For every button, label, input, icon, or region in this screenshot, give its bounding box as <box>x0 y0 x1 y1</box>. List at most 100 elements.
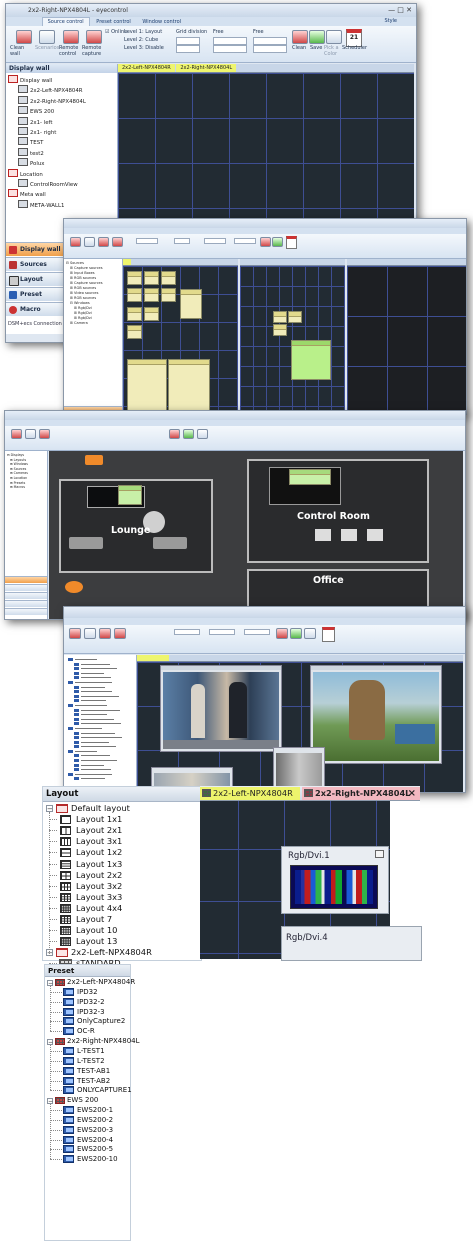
layout-item[interactable]: Layout 2x1 <box>76 825 122 836</box>
scenarios-button-3[interactable] <box>25 429 36 439</box>
tv-window-news[interactable] <box>160 665 282 752</box>
wall-tab-right[interactable]: 2x2-Right-NPX4804L <box>176 64 237 72</box>
tree-item[interactable]: META-WALL1 <box>8 199 117 210</box>
save-button-2[interactable] <box>272 237 283 247</box>
collapse-toggle-icon[interactable]: − <box>47 979 53 986</box>
remote-control-button[interactable] <box>63 30 79 44</box>
free-field-4a[interactable] <box>209 629 235 635</box>
nav-preset-3[interactable] <box>5 600 47 607</box>
grid-division-field-1[interactable] <box>176 37 200 45</box>
save-button[interactable] <box>309 30 325 44</box>
layout-item[interactable]: Layout 1x1 <box>76 814 122 825</box>
free-field-2a[interactable] <box>204 238 226 244</box>
source-window[interactable] <box>127 307 142 321</box>
remote-control-button-3[interactable] <box>39 429 50 439</box>
layout-item[interactable]: Layout 3x1 <box>76 836 122 847</box>
video-window-blu-ray[interactable] <box>310 665 442 764</box>
rgb-dvi-4-window[interactable]: Rgb/Dvi.4 <box>281 926 422 961</box>
tree-item[interactable]: 2x1- right <box>8 127 117 137</box>
source-window[interactable] <box>127 271 142 285</box>
level2-cube[interactable]: Level 2: Cube <box>124 37 158 43</box>
rgb-dvi-1-window[interactable]: Rgb/Dvi.1 <box>281 846 389 914</box>
free-field-1[interactable] <box>213 37 247 45</box>
nav-macro-3[interactable] <box>5 608 47 615</box>
layout-item[interactable]: Layout 1x3 <box>76 859 122 870</box>
free-field-4b[interactable] <box>244 629 270 635</box>
free-field-2b[interactable] <box>234 238 256 244</box>
tree-item[interactable]: 2x1- left <box>8 116 117 127</box>
tree-item[interactable]: 2x2-Left-NPX4804R <box>8 85 117 95</box>
clean-wall-button-3[interactable] <box>11 429 22 439</box>
tree-item[interactable]: Location <box>8 168 117 179</box>
source-window[interactable] <box>127 359 167 413</box>
tree-item[interactable]: ⊞ Camera <box>66 321 120 326</box>
tree-item[interactable]: ControlRoomView <box>8 179 117 189</box>
clean-wall-button-4[interactable] <box>69 628 81 639</box>
tree-item[interactable]: test2 <box>8 147 117 158</box>
source-window[interactable] <box>168 359 210 413</box>
pick-color-button-3[interactable] <box>197 429 208 439</box>
remote-control-button-4[interactable] <box>99 628 111 639</box>
collapse-toggle-icon[interactable]: − <box>47 1038 53 1045</box>
clean-button-3[interactable] <box>169 429 180 439</box>
clean-wall-button-2[interactable] <box>70 237 81 247</box>
source-window[interactable] <box>144 288 159 302</box>
tab-2x2-left[interactable]: 2x2-Left-NPX4804R <box>200 787 300 800</box>
source-window[interactable] <box>273 311 287 323</box>
floorplan-canvas[interactable]: Lounge Control Room Office <box>49 451 463 619</box>
layout-group-label[interactable]: Default layout <box>71 803 130 814</box>
preset-item[interactable]: EWS200-10 <box>77 1154 118 1165</box>
pick-color-button[interactable] <box>326 30 342 44</box>
save-button-4[interactable] <box>290 628 302 639</box>
nav-display-wall-3[interactable] <box>5 576 47 583</box>
window-controls[interactable]: — □ ✕ <box>388 4 412 17</box>
nav-sources-3[interactable] <box>5 584 47 591</box>
wall-tab-left[interactable]: 2x2-Left-NPX4804R <box>118 64 175 72</box>
nav-layout-3[interactable] <box>5 592 47 599</box>
tree-item[interactable]: 2x2-Right-NPX4804L <box>8 95 117 106</box>
camera-icon[interactable] <box>65 581 83 593</box>
save-button-3[interactable] <box>183 429 194 439</box>
source-window[interactable] <box>288 311 302 323</box>
remote-capture-button[interactable] <box>86 30 102 44</box>
level1-layout[interactable]: Level 1: Layout <box>124 29 162 35</box>
wall-tab-2a[interactable] <box>123 259 131 265</box>
remote-control-button-2[interactable] <box>98 237 109 247</box>
source-window[interactable] <box>161 271 176 285</box>
tree-item[interactable]: EWS 200 <box>8 106 117 116</box>
collapse-toggle-icon[interactable]: − <box>46 805 53 813</box>
grid-division-field-2[interactable] <box>176 45 200 53</box>
clean-button-2[interactable] <box>260 237 271 247</box>
level-field-2[interactable] <box>136 238 158 244</box>
source-window[interactable] <box>127 325 142 339</box>
window-menu-icon[interactable] <box>375 850 384 858</box>
tree-item[interactable]: Polux <box>8 158 117 168</box>
style-menu[interactable]: Style <box>379 17 402 26</box>
layout-item[interactable]: Layout 4x4 <box>76 903 122 914</box>
layout-item[interactable]: Layout 3x3 <box>76 892 122 903</box>
tree-item[interactable]: TEST <box>8 137 117 147</box>
source-window[interactable] <box>127 288 142 302</box>
source-window[interactable] <box>180 289 202 319</box>
free-field-3[interactable] <box>253 37 287 45</box>
clean-wall-button[interactable] <box>16 30 32 44</box>
room-lounge[interactable]: Lounge <box>59 479 213 573</box>
layout-item[interactable]: Layout 2x2 <box>76 870 122 881</box>
source-window[interactable] <box>144 307 159 321</box>
source-window[interactable] <box>144 271 159 285</box>
free-select-2[interactable]: Free <box>253 29 264 35</box>
layout-item[interactable]: Layout 7 <box>76 914 112 925</box>
scenarios-button-2[interactable] <box>84 237 95 247</box>
clean-button[interactable] <box>292 30 308 44</box>
tab-close-icon[interactable]: × <box>408 787 416 800</box>
layout-item[interactable]: Layout 3x2 <box>76 881 122 892</box>
layout-item[interactable]: Layout 1x2 <box>76 847 122 858</box>
tab-2x2-right[interactable]: 2x2-Right-NPX4804L × <box>302 787 420 800</box>
wall-tab-4[interactable] <box>137 655 169 661</box>
wall-canvas-2c[interactable] <box>347 266 466 414</box>
level3-disable[interactable]: Level 3: Disable <box>124 45 164 51</box>
pick-color-button-4[interactable] <box>304 628 316 639</box>
room-control-room[interactable]: Control Room <box>247 459 429 563</box>
layout-item[interactable]: Layout 10 <box>76 925 117 936</box>
scenarios-button-4[interactable] <box>84 628 96 639</box>
